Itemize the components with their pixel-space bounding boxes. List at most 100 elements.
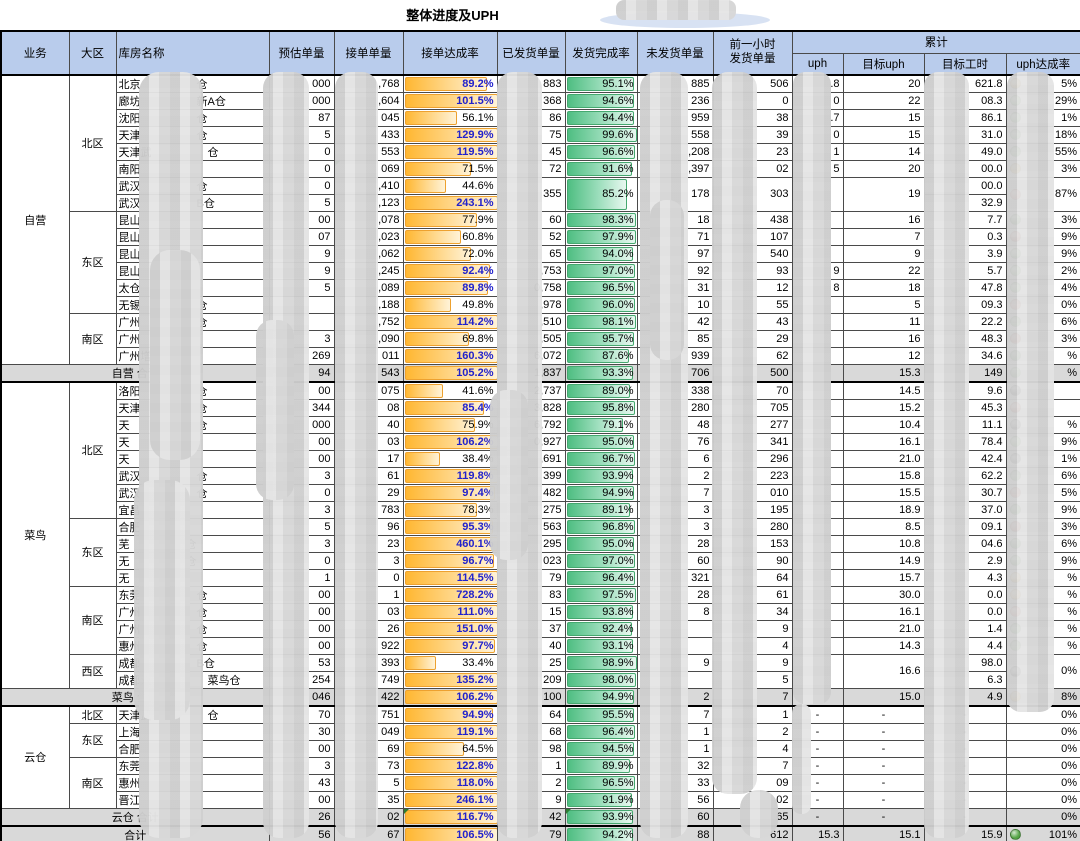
cell-ur[interactable]: 1% xyxy=(1006,109,1080,126)
cell-rate[interactable]: 246.1% xyxy=(403,791,497,808)
cell-srt[interactable]: 91.9% xyxy=(565,791,637,808)
cell-warehouse-name[interactable]: 上海 xyxy=(116,723,269,740)
cell-uns[interactable] xyxy=(637,620,713,637)
cell-shp[interactable]: 1 xyxy=(497,757,565,774)
cell-rec[interactable]: 23 xyxy=(334,535,403,552)
cell-hrs[interactable]: - xyxy=(924,740,1006,757)
cell-hrs[interactable]: 3.9 xyxy=(924,245,1006,262)
cell-rate[interactable]: 106.5% xyxy=(403,826,497,841)
cell-uph[interactable]: 15.3 xyxy=(792,826,843,841)
cell-warehouse-name[interactable]: 武汉仓 xyxy=(116,467,269,484)
cell-rate[interactable]: 89.2% xyxy=(403,75,497,93)
cell-ur[interactable]: 9% xyxy=(1006,433,1080,450)
cell-hrs[interactable]: 4.9 xyxy=(924,688,1006,706)
col-header-last-hour[interactable]: 前一小时 发货单量 xyxy=(713,31,792,75)
cell-ut[interactable]: 30.0 xyxy=(843,586,924,603)
cell-rec[interactable]: ,768 xyxy=(334,75,403,93)
cell-shp[interactable]: 0,758 xyxy=(497,279,565,296)
cell-lh[interactable]: 4 xyxy=(713,637,792,654)
cell-rate[interactable]: 119.5% xyxy=(403,143,497,160)
cell-warehouse-name[interactable]: 天津武仓 xyxy=(116,143,269,160)
cell-ut[interactable]: 7 xyxy=(843,228,924,245)
cell-rate[interactable]: 151.0% xyxy=(403,620,497,637)
cell-srt[interactable]: 97.9% xyxy=(565,228,637,245)
cell-rate[interactable]: 106.2% xyxy=(403,688,497,706)
cell-ut[interactable]: 18 xyxy=(843,279,924,296)
cell-uph[interactable]: 0 xyxy=(792,126,843,143)
cell-srt[interactable]: 94.9% xyxy=(565,484,637,501)
total-label[interactable]: 合计 xyxy=(1,826,269,841)
cell-lh[interactable]: 540 xyxy=(713,245,792,262)
cell-ur[interactable]: 9% xyxy=(1006,501,1080,518)
cell-ur[interactable]: 2% xyxy=(1006,262,1080,279)
cell-rec[interactable]: 1 xyxy=(334,586,403,603)
cell-est[interactable]: 00 xyxy=(269,211,334,228)
cell-est[interactable]: 0 xyxy=(269,160,334,177)
cell-srt[interactable]: 79.1% xyxy=(565,416,637,433)
cell-ut[interactable]: 5 xyxy=(843,296,924,313)
cell-ur[interactable]: 0% xyxy=(1006,723,1080,740)
cell-uns[interactable]: 558 xyxy=(637,126,713,143)
cell-uph[interactable] xyxy=(792,416,843,433)
cell-uph[interactable] xyxy=(792,177,843,211)
cell-lh[interactable]: 5 xyxy=(713,671,792,688)
cell-ur[interactable]: 9% xyxy=(1006,245,1080,262)
cell-uph[interactable] xyxy=(792,347,843,364)
col-header-business[interactable]: 业务 xyxy=(1,31,69,75)
cell-lh[interactable]: 705 xyxy=(713,399,792,416)
cell-uns[interactable]: 3 xyxy=(637,518,713,535)
cell-hrs[interactable]: 6.3 xyxy=(924,671,1006,688)
cell-uph[interactable] xyxy=(792,569,843,586)
cell-rec[interactable]: ,023 xyxy=(334,228,403,245)
cell-srt[interactable]: 95.1% xyxy=(565,75,637,93)
cell-est[interactable]: 000 xyxy=(269,75,334,93)
cell-srt[interactable]: 96.5% xyxy=(565,774,637,791)
cell-est[interactable]: 3 xyxy=(269,535,334,552)
cell-uph[interactable]: - xyxy=(792,757,843,774)
cell-ur[interactable]: 55% xyxy=(1006,143,1080,160)
cell-srt[interactable]: 85.2% xyxy=(565,177,637,211)
cell-est[interactable]: 5 xyxy=(269,126,334,143)
cell-warehouse-name[interactable]: 广州 xyxy=(116,330,269,347)
cell-warehouse-name[interactable]: 天仓 xyxy=(116,433,269,450)
cell-hrs[interactable]: 48.3 xyxy=(924,330,1006,347)
cell-est[interactable]: 3 xyxy=(269,757,334,774)
cell-rec[interactable]: 045 xyxy=(334,109,403,126)
cell-lh[interactable]: 64 xyxy=(713,569,792,586)
cell-rate[interactable]: 33.4% xyxy=(403,654,497,671)
cell-uns[interactable]: 18 xyxy=(637,211,713,228)
cell-est[interactable]: 53 xyxy=(269,654,334,671)
cell-region[interactable]: 东区 xyxy=(69,723,116,757)
cell-uph[interactable]: 8 xyxy=(792,279,843,296)
cell-uph[interactable] xyxy=(792,467,843,484)
cell-shp[interactable]: 1,837 xyxy=(497,364,565,382)
cell-business[interactable]: 自营 xyxy=(1,75,69,365)
cell-uns[interactable]: 1 xyxy=(637,740,713,757)
cell-ur[interactable]: 29% xyxy=(1006,92,1080,109)
cell-ut[interactable]: 15 xyxy=(843,126,924,143)
cell-uns[interactable]: 9 xyxy=(637,654,713,671)
cell-hrs[interactable]: 5.7 xyxy=(924,262,1006,279)
cell-hrs[interactable]: 37.0 xyxy=(924,501,1006,518)
cell-hrs[interactable]: 0.0 xyxy=(924,586,1006,603)
cell-srt[interactable]: 94.2% xyxy=(565,826,637,841)
cell-uns[interactable]: 959 xyxy=(637,109,713,126)
cell-uph[interactable]: - xyxy=(792,723,843,740)
cell-est[interactable]: 3 xyxy=(269,467,334,484)
cell-warehouse-name[interactable]: 沈阳仓 xyxy=(116,109,269,126)
cell-warehouse-name[interactable]: 昆山 xyxy=(116,228,269,245)
col-header-uph[interactable]: uph xyxy=(792,53,843,75)
cell-ur[interactable]: % xyxy=(1006,347,1080,364)
cell-est[interactable]: 26 xyxy=(269,808,334,826)
cell-ur[interactable]: % xyxy=(1006,416,1080,433)
cell-rec[interactable]: 553 xyxy=(334,143,403,160)
cell-lh[interactable]: 70 xyxy=(713,382,792,400)
cell-uns[interactable]: 3 xyxy=(637,501,713,518)
cell-srt[interactable]: 96.7% xyxy=(565,450,637,467)
cell-shp[interactable]: 60 xyxy=(497,211,565,228)
cell-hrs[interactable]: - xyxy=(924,723,1006,740)
cell-est[interactable]: 94 xyxy=(269,364,334,382)
cell-rec[interactable]: 5 xyxy=(334,774,403,791)
cell-shp[interactable]: 52 xyxy=(497,228,565,245)
cell-rate[interactable]: 106.2% xyxy=(403,433,497,450)
